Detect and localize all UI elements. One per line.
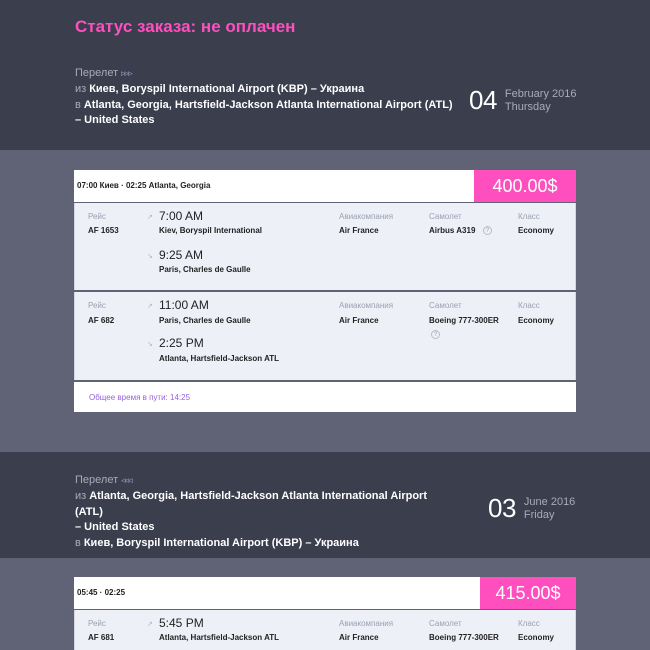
inbound-card-header: 05:45 · 02:25 415.00$ xyxy=(74,577,576,609)
outbound-card-header: 07:00 Киев · 02:25 Atlanta, Georgia 400.… xyxy=(74,170,576,202)
travel-class: Economy xyxy=(518,633,555,642)
flight-number: AF 682 xyxy=(88,316,115,325)
inbound-date: 03 June 2016 Friday xyxy=(488,493,576,523)
airline: Air France xyxy=(339,633,379,642)
travel-class: Economy xyxy=(518,226,555,235)
arrival-time: 9:25 AM xyxy=(159,248,204,262)
takeoff-icon: ↗ xyxy=(147,621,153,628)
outbound-price: 400.00$ xyxy=(474,170,576,202)
outbound-from: Киев, Boryspil International Airport (KB… xyxy=(89,83,365,95)
aircraft: Airbus A319 xyxy=(429,226,476,235)
outbound-route-times: 07:00 Киев · 02:25 Atlanta, Georgia xyxy=(77,181,211,190)
departure-place: Kiev, Boryspil International xyxy=(159,226,262,235)
departure-time: 5:45 PM xyxy=(159,616,204,630)
takeoff-icon: ↗ xyxy=(147,214,153,221)
total-travel-time: Общее время в пути: 14:25 xyxy=(74,382,576,412)
arrival-place: Atlanta, Hartsfield-Jackson ATL xyxy=(159,354,280,363)
inbound-to: Киев, Boryspil International Airport (KB… xyxy=(83,536,359,549)
departure-time: 11:00 AM xyxy=(159,298,209,312)
inbound-label: Перелет xyxy=(75,474,119,486)
landing-icon: ↘ xyxy=(147,341,153,348)
aircraft: Boeing 777-300ER xyxy=(429,633,499,642)
inbound-price: 415.00$ xyxy=(480,577,576,609)
departure-place: Atlanta, Hartsfield-Jackson ATL xyxy=(159,633,280,642)
outbound-day: 04 xyxy=(469,85,497,115)
takeoff-icon: ↗ xyxy=(147,303,153,310)
outbound-to: Atlanta, Georgia, Hartsfield-Jackson Atl… xyxy=(83,98,453,111)
question-icon[interactable]: ? xyxy=(483,226,492,235)
outbound-flight-header: Перелет ▹▹▹ из Киев, Boryspil Internationa… xyxy=(75,67,453,126)
inbound-from: Atlanta, Georgia, Hartsfield-Jackson Atl… xyxy=(75,490,428,518)
departure-place: Paris, Charles de Gaulle xyxy=(159,316,251,325)
flight-segment: Рейс AF 681 ↗ 5:45 PM Atlanta, Hartsfiel… xyxy=(74,610,576,650)
outbound-date: 04 February 2016 Thursday xyxy=(469,85,577,115)
forward-arrows-icon: ▹▹▹ xyxy=(121,68,133,78)
flight-number: AF 1653 xyxy=(88,226,119,235)
travel-class: Economy xyxy=(518,316,555,325)
departure-time: 7:00 AM xyxy=(159,209,204,223)
outbound-label: Перелет xyxy=(75,67,119,79)
flight-segment: Рейс AF 682 ↗ 11:00 AM Paris, Charles de… xyxy=(74,292,576,380)
aircraft: Boeing 777-300ER xyxy=(429,316,499,325)
airline: Air France xyxy=(339,316,379,325)
back-arrows-icon: ◃◃◃ xyxy=(121,475,133,485)
inbound-day: 03 xyxy=(488,493,516,523)
inbound-flight-header: Перелет ◃◃◃ из Atlanta, Georgia, Hartsfiel… xyxy=(75,474,428,549)
arrival-time: 2:25 PM xyxy=(159,336,204,350)
order-status: Статус заказа: не оплачен xyxy=(75,17,296,36)
flight-segment: Рейс AF 1653 ↗ 7:00 AM Kiev, Boryspil In… xyxy=(74,203,576,290)
airline: Air France xyxy=(339,226,379,235)
arrival-place: Paris, Charles de Gaulle xyxy=(159,265,251,274)
inbound-route-times: 05:45 · 02:25 xyxy=(77,588,126,597)
landing-icon: ↘ xyxy=(147,253,153,260)
question-icon[interactable]: ? xyxy=(431,330,440,339)
flight-number: AF 681 xyxy=(88,633,115,642)
